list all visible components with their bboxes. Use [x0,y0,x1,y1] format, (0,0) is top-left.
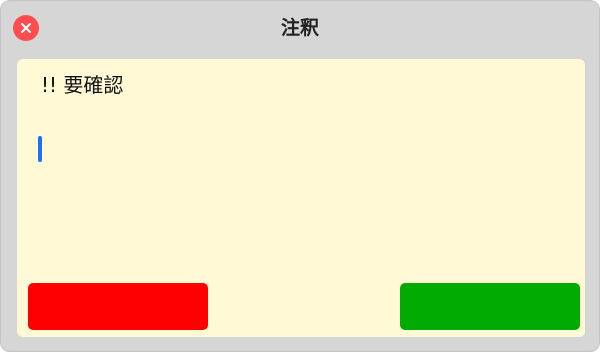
note-text-area[interactable]: !! 要確認 [17,59,585,337]
text-cursor [38,136,42,162]
green-button[interactable] [400,283,580,330]
red-button[interactable] [28,283,208,330]
annotation-window: 注釈 !! 要確認 [0,0,600,352]
window-title: 注釈 [280,17,319,39]
title-bar: 注釈 [1,1,599,57]
note-text: !! 要確認 [41,73,124,97]
